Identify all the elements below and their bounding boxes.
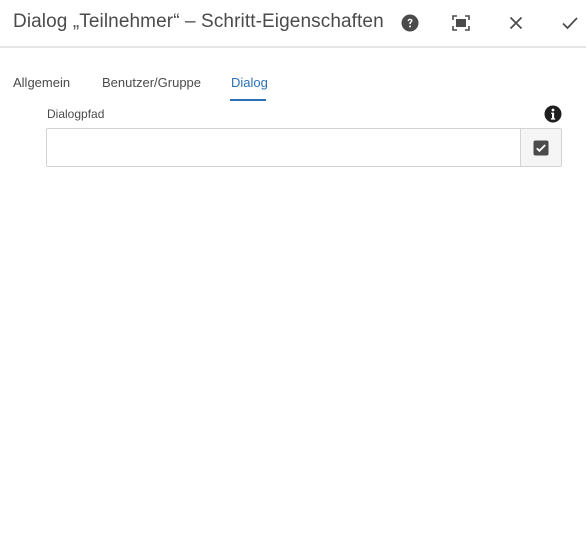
info-icon[interactable]: [544, 105, 562, 123]
tab-general[interactable]: Allgemein: [13, 75, 70, 90]
close-button[interactable]: [503, 10, 529, 36]
help-icon: [401, 14, 419, 32]
checkbox-check-icon: [533, 140, 549, 155]
dialog-path-field: [46, 128, 562, 167]
dialog-header: Dialog „Teilnehmer“ – Schritt-Eigenschaf…: [0, 0, 586, 48]
dialog-path-label: Dialogpfad: [47, 107, 105, 121]
fullscreen-icon: [452, 15, 470, 31]
close-icon: [509, 16, 523, 30]
help-button[interactable]: [397, 10, 423, 36]
dialog-title: Dialog „Teilnehmer“ – Schritt-Eigenschaf…: [13, 11, 384, 32]
checkmark-icon: [562, 17, 578, 30]
active-tab-indicator: [230, 99, 266, 101]
done-button[interactable]: [557, 10, 583, 36]
tab-bar: Allgemein Benutzer/Gruppe Dialog: [0, 60, 586, 104]
fullscreen-button[interactable]: [448, 10, 474, 36]
tab-dialog[interactable]: Dialog: [231, 75, 268, 90]
dialog-path-input[interactable]: [47, 129, 520, 166]
step-properties-dialog: Dialog „Teilnehmer“ – Schritt-Eigenschaf…: [0, 0, 586, 555]
tab-user-group[interactable]: Benutzer/Gruppe: [102, 75, 201, 90]
path-picker-button[interactable]: [520, 129, 561, 166]
